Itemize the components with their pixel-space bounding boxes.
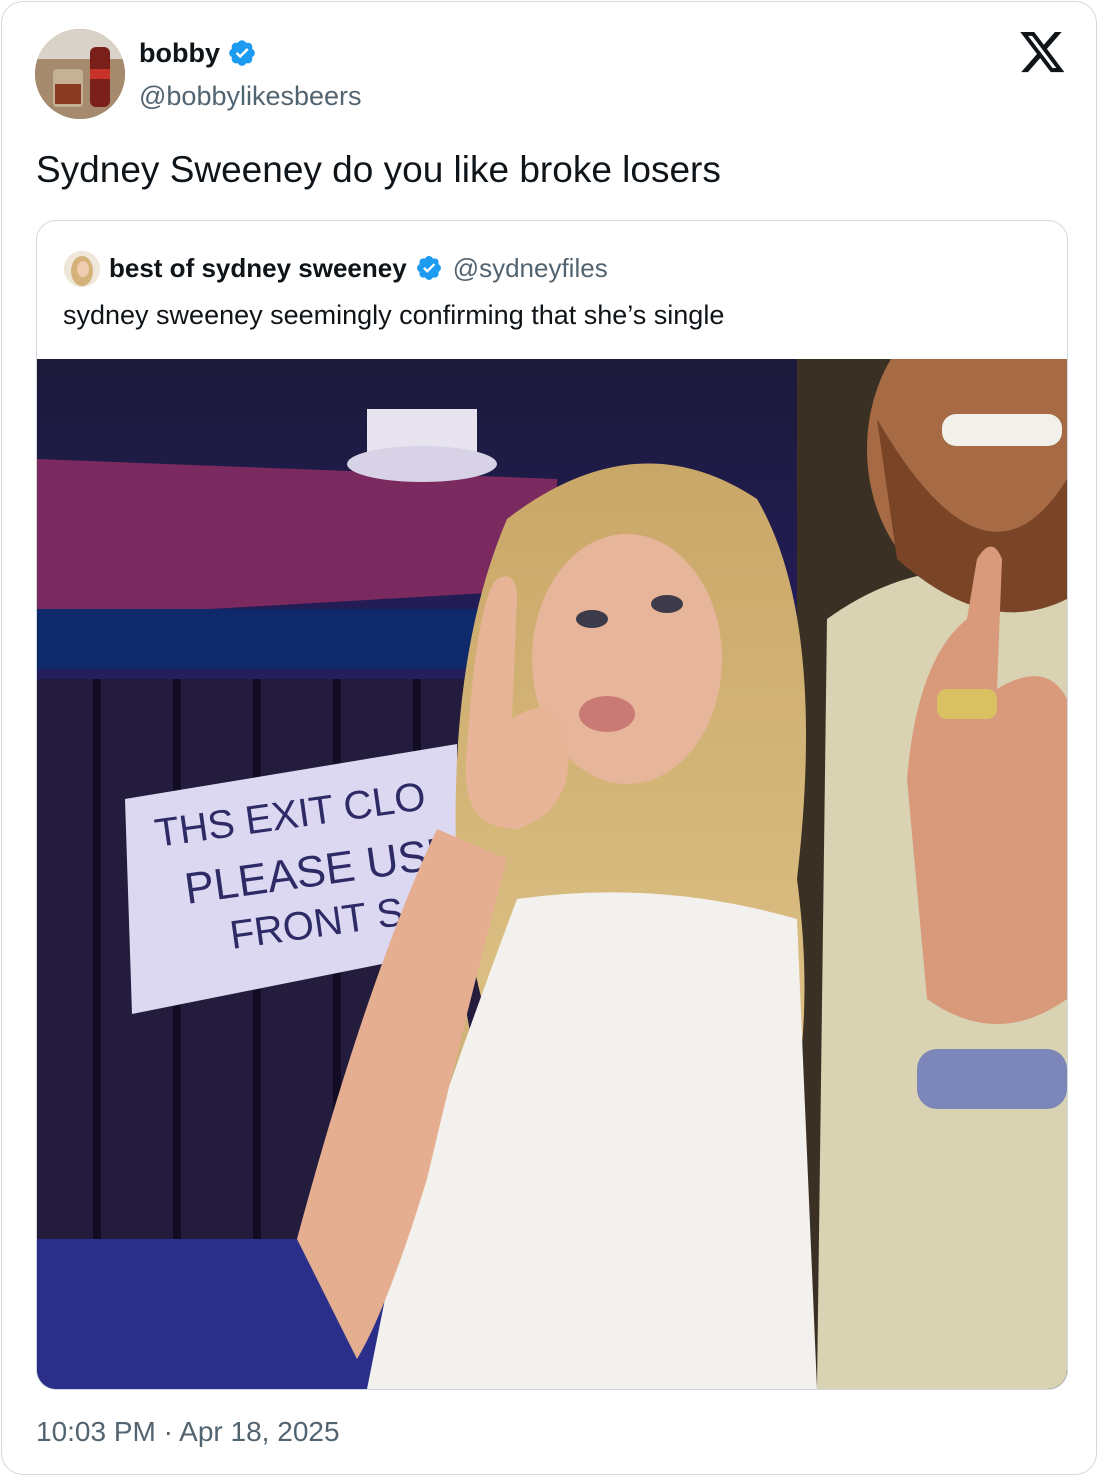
quoted-author-avatar[interactable] [64,251,100,287]
x-logo-icon[interactable] [1020,32,1066,74]
verified-badge-icon [416,256,441,280]
tweet-card: bobby @bobbylikesbeers Sydney Sweeney do… [1,1,1097,1475]
author-display-name[interactable]: bobby [139,38,220,69]
verified-badge-icon [229,40,255,66]
author-name-row: bobby [139,35,257,71]
tweet-text: Sydney Sweeney do you like broke losers [36,149,721,190]
quoted-author-row: best of sydney sweeney @sydneyfiles [109,249,608,287]
quoted-author-display-name[interactable]: best of sydney sweeney [109,253,407,284]
quoted-author-handle[interactable]: @sydneyfiles [453,253,608,284]
tweet-timestamp[interactable]: 10:03 PM · Apr 18, 2025 [36,1416,340,1448]
author-handle[interactable]: @bobbylikesbeers [139,81,362,112]
quoted-tweet[interactable]: best of sydney sweeney @sydneyfiles sydn… [36,220,1068,1390]
quoted-tweet-photo[interactable]: THS EXIT CLO PLEASE USE FRONT S [37,359,1067,1389]
author-avatar[interactable] [35,29,125,119]
quoted-tweet-text: sydney sweeney seemingly confirming that… [63,300,725,330]
